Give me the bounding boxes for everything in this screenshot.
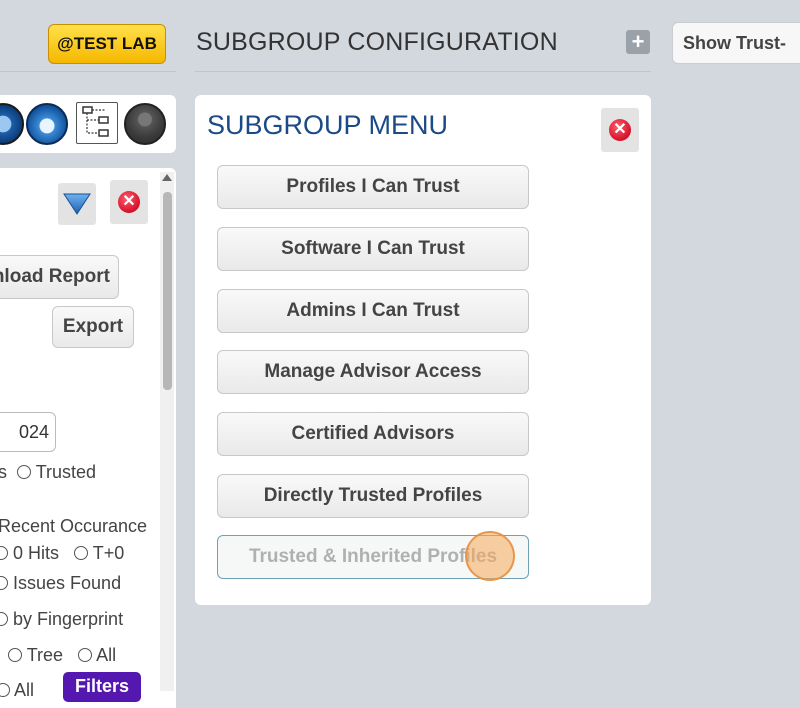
radio-0-hits-label: 0 Hits bbox=[13, 543, 60, 563]
radio-trusted[interactable] bbox=[17, 465, 32, 479]
radio-0-hits[interactable] bbox=[0, 546, 8, 560]
funnel-icon bbox=[63, 193, 91, 215]
radio-all-label: All bbox=[96, 645, 117, 665]
page-title: SUBGROUP CONFIGURATION bbox=[196, 28, 558, 56]
plus-icon[interactable]: + bbox=[626, 30, 650, 54]
subgroup-menu-title: SUBGROUP MENU bbox=[207, 110, 449, 140]
manage-advisor-access-button[interactable]: Manage Advisor Access bbox=[217, 350, 529, 394]
directly-trusted-profiles-button[interactable]: Directly Trusted Profiles bbox=[217, 474, 529, 518]
radio-issues-found[interactable] bbox=[0, 576, 8, 590]
environment-badge[interactable]: @TEST LAB bbox=[48, 24, 166, 64]
click-indicator bbox=[465, 531, 515, 581]
date-input[interactable]: 024 bbox=[0, 412, 56, 452]
radio-by-fingerprint-label: by Fingerprint bbox=[13, 609, 124, 629]
radio-issues-found-label: Issues Found bbox=[13, 573, 122, 593]
close-menu-button[interactable]: ✕ bbox=[601, 108, 639, 152]
radio-by-fingerprint[interactable] bbox=[0, 612, 8, 626]
export-button[interactable]: Export bbox=[52, 306, 134, 348]
profiles-i-can-trust-button[interactable]: Profiles I Can Trust bbox=[217, 165, 529, 209]
diagram-icon[interactable] bbox=[76, 102, 118, 144]
recent-occurance-label: Recent Occurance bbox=[0, 516, 148, 536]
app-icon-bar bbox=[0, 95, 176, 153]
cloud-icon[interactable] bbox=[26, 103, 68, 145]
scrollbar-thumb[interactable] bbox=[163, 192, 172, 390]
radio-tree[interactable] bbox=[8, 648, 22, 662]
scroll-up-arrow-icon[interactable] bbox=[162, 174, 172, 181]
user-avatar-icon[interactable] bbox=[124, 103, 166, 145]
show-trust-button[interactable]: Show Trust- bbox=[672, 22, 800, 64]
close-icon: ✕ bbox=[118, 191, 140, 213]
radio-t0[interactable] bbox=[74, 546, 89, 560]
close-icon: ✕ bbox=[609, 119, 631, 141]
radio-row-issues: Issues Found bbox=[0, 573, 121, 594]
header-divider-left bbox=[0, 71, 176, 72]
close-panel-button[interactable]: ✕ bbox=[110, 180, 148, 224]
radio-all-2[interactable] bbox=[0, 683, 10, 697]
radio-all[interactable] bbox=[78, 648, 93, 662]
radio-t0-label: T+0 bbox=[92, 543, 125, 563]
radio-prefix-text: s bbox=[0, 462, 7, 482]
filter-funnel-button[interactable] bbox=[58, 183, 96, 225]
download-report-button[interactable]: nload Report bbox=[0, 255, 119, 299]
radio-trusted-label: Trusted bbox=[35, 462, 97, 482]
globe-icon[interactable] bbox=[0, 103, 24, 145]
radio-row-hits: 0 Hits T+0 bbox=[0, 543, 124, 564]
certified-advisors-button[interactable]: Certified Advisors bbox=[217, 412, 529, 456]
radio-tree-label: Tree bbox=[26, 645, 64, 665]
radio-row-fingerprint: by Fingerprint bbox=[0, 609, 123, 630]
admins-i-can-trust-button[interactable]: Admins I Can Trust bbox=[217, 289, 529, 333]
filters-button[interactable]: Filters bbox=[63, 672, 141, 702]
radio-all-2-label: All bbox=[14, 680, 35, 700]
software-i-can-trust-button[interactable]: Software I Can Trust bbox=[217, 227, 529, 271]
radio-row-tree: Tree All bbox=[8, 645, 116, 666]
header-divider-main bbox=[195, 71, 651, 72]
radio-row-trusted: s Trusted bbox=[0, 462, 96, 483]
